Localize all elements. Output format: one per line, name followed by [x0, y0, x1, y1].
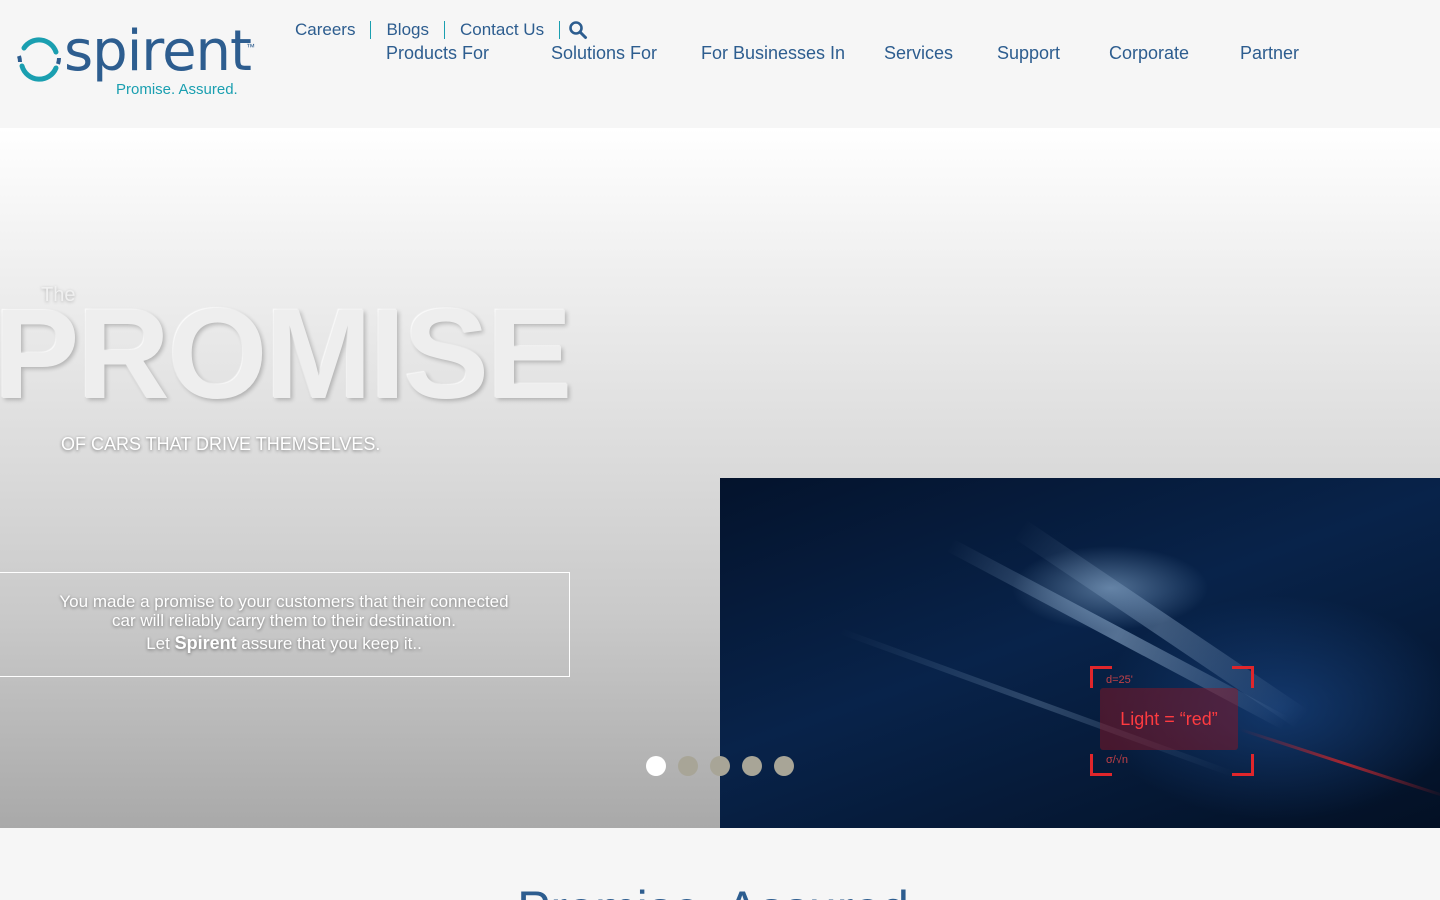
utility-nav: Careers Blogs Contact Us: [295, 20, 588, 40]
util-link-careers[interactable]: Careers: [295, 20, 355, 40]
detect-bottom-note: σ/√n: [1106, 754, 1128, 766]
carousel-dots: [646, 756, 794, 776]
carousel-dot-1[interactable]: [646, 756, 666, 776]
util-link-contact-us[interactable]: Contact Us: [460, 20, 544, 40]
nav-products-for[interactable]: Products For: [386, 41, 489, 65]
nav-solutions-for[interactable]: Solutions For: [551, 41, 657, 65]
util-separator: [370, 21, 372, 39]
util-separator: [444, 21, 445, 39]
nav-corporate[interactable]: Corporate: [1109, 41, 1189, 65]
hero-message-line3: Let Spirent assure that you keep it..: [0, 631, 569, 656]
hero-subtitle: OF CARS THAT DRIVE THEMSELVES.: [61, 434, 381, 454]
detect-label: Light = “red”: [1100, 688, 1238, 750]
hero-message-brand: Spirent: [174, 633, 237, 653]
hero-car-sensor-image: d=25' Light = “red” σ/√n: [720, 478, 1440, 828]
hero-headline: PROMISE: [0, 283, 572, 426]
nav-for-businesses-in[interactable]: For Businesses In: [701, 41, 845, 65]
detect-corner: [1232, 666, 1254, 688]
util-link-blogs[interactable]: Blogs: [386, 20, 429, 40]
section-title: Promise. Assured.: [0, 880, 1440, 900]
laser-line: [1239, 728, 1440, 799]
hero-carousel: The PROMISE OF CARS THAT DRIVE THEMSELVE…: [0, 128, 1440, 828]
nav-support[interactable]: Support: [997, 41, 1060, 65]
hero-message-end: assure that you keep it..: [236, 634, 422, 653]
detection-box: d=25' Light = “red” σ/√n: [1090, 666, 1254, 776]
nav-partner[interactable]: Partner: [1240, 41, 1299, 65]
section-intro: Promise. Assured.: [0, 828, 1440, 900]
site-header: spirent ™ Promise. Assured. Careers Blog…: [0, 0, 1440, 128]
search-icon[interactable]: [568, 20, 588, 40]
nav-services[interactable]: Services: [884, 41, 953, 65]
carousel-dot-2[interactable]: [678, 756, 698, 776]
hero-message-box: You made a promise to your customers tha…: [0, 572, 570, 677]
hero-message-line2: car will reliably carry them to their de…: [112, 611, 456, 630]
util-separator: [559, 21, 561, 39]
hero-message-line1: You made a promise to your customers tha…: [59, 592, 509, 611]
detect-corner: [1232, 754, 1254, 776]
hero-message-let: Let: [146, 634, 175, 653]
carousel-dot-3[interactable]: [710, 756, 730, 776]
main-nav: Products For Solutions For For Businesse…: [0, 41, 1440, 65]
carousel-dot-4[interactable]: [742, 756, 762, 776]
detect-top-note: d=25': [1106, 674, 1133, 686]
carousel-dot-5[interactable]: [774, 756, 794, 776]
logo-tagline: Promise. Assured.: [116, 81, 238, 98]
